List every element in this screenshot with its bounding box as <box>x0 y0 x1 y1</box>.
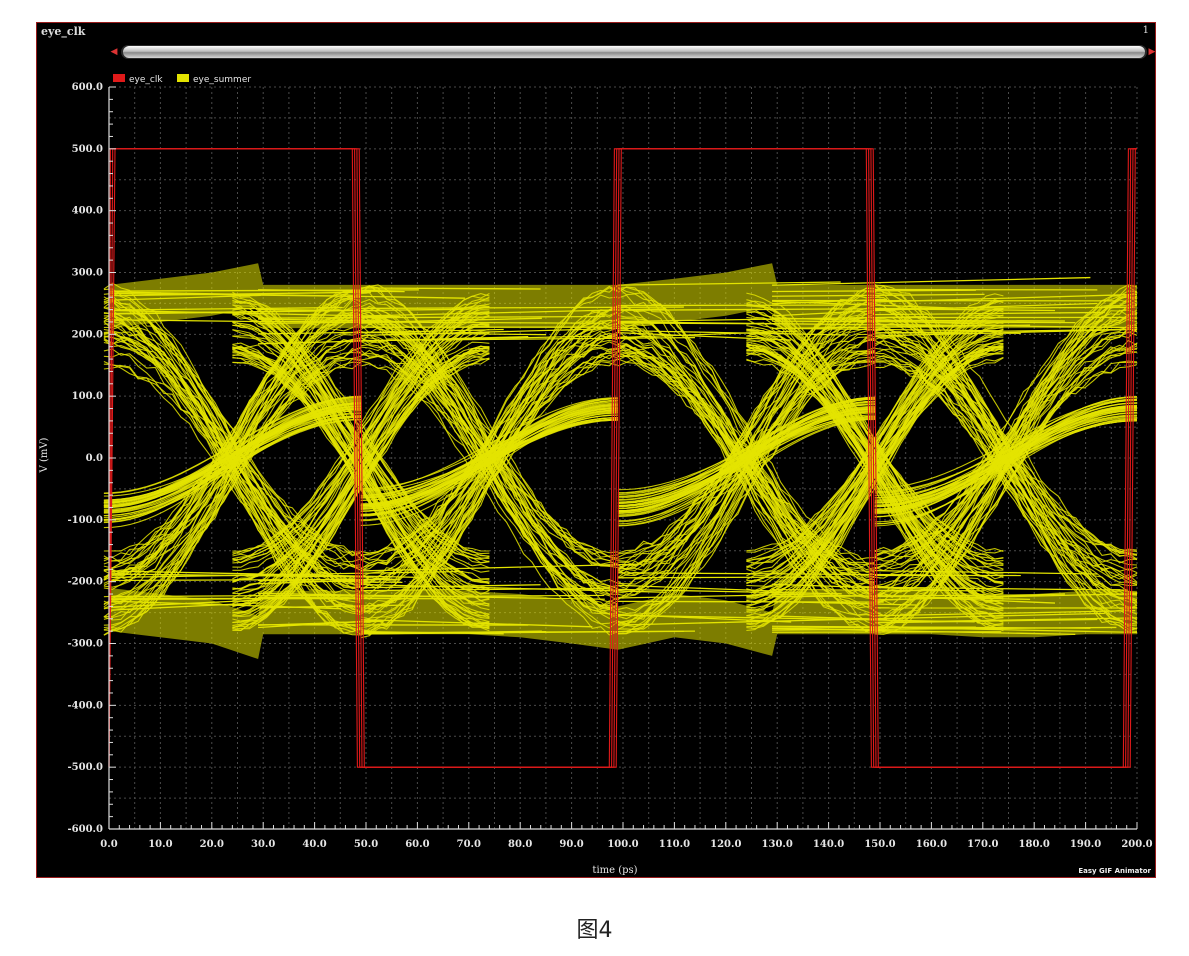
eye-summer-traces <box>103 263 1138 659</box>
x-tick-label: 80.0 <box>508 839 532 850</box>
x-tick-label: 170.0 <box>967 839 998 850</box>
x-tick-label: 120.0 <box>710 839 741 850</box>
y-axis-label: V (mV) <box>39 437 50 473</box>
y-tick-label: 200.0 <box>72 329 103 340</box>
x-tick-label: 20.0 <box>200 839 224 850</box>
y-tick-label: 500.0 <box>72 144 103 155</box>
x-tick-label: 150.0 <box>864 839 895 850</box>
watermark: Easy GIF Animator <box>1078 867 1151 875</box>
legend-swatch-eye-clk <box>113 74 125 82</box>
y-tick-label: -300.0 <box>68 639 104 650</box>
x-tick-label: 140.0 <box>813 839 844 850</box>
x-tick-label: 180.0 <box>1019 839 1050 850</box>
plot-window: eye_clk 1 ◀ ▶ 0.0 10.0 20.0 30.0 40.0 50.0 60.… <box>36 22 1156 878</box>
x-tick-label: 40.0 <box>302 839 326 850</box>
x-tick-label: 60.0 <box>405 839 429 850</box>
x-axis-label: time (ps) <box>592 865 637 876</box>
y-tick-label: -200.0 <box>68 577 104 588</box>
legend-label-eye-clk: eye_clk <box>129 75 163 85</box>
x-tick-label: 160.0 <box>916 839 947 850</box>
x-tick-label: 130.0 <box>762 839 793 850</box>
x-tick-label: 0.0 <box>100 839 117 850</box>
x-tick-label: 100.0 <box>607 839 638 850</box>
legend: eye_clk eye_summer <box>113 74 251 85</box>
legend-swatch-eye-summer <box>177 74 189 82</box>
y-tick-label: 600.0 <box>72 82 103 93</box>
x-tick-label: 190.0 <box>1070 839 1101 850</box>
x-tick-label: 110.0 <box>659 839 690 850</box>
y-tick-label: -100.0 <box>68 515 104 526</box>
legend-label-eye-summer: eye_summer <box>193 75 251 85</box>
y-tick-label: 0.0 <box>86 453 103 464</box>
x-tick-label: 30.0 <box>251 839 275 850</box>
y-tick-label: 400.0 <box>72 206 103 217</box>
x-tick-label: 50.0 <box>354 839 378 850</box>
x-tick-label: 200.0 <box>1121 839 1152 850</box>
x-tick-label: 90.0 <box>559 839 583 850</box>
y-tick-label: -400.0 <box>68 700 104 711</box>
x-tick-label: 10.0 <box>148 839 172 850</box>
y-tick-label: -600.0 <box>68 824 104 835</box>
y-tick-label: 300.0 <box>72 268 103 279</box>
eye-summer-rail-low <box>617 576 841 579</box>
y-tick-label: -500.0 <box>68 762 104 773</box>
figure-caption: 图4 <box>576 918 613 943</box>
y-tick-label: 100.0 <box>72 391 103 402</box>
x-tick-label: 70.0 <box>457 839 481 850</box>
eye-diagram-chart: 0.0 10.0 20.0 30.0 40.0 50.0 60.0 70.0 80.0 90.0 1… <box>39 74 1153 876</box>
